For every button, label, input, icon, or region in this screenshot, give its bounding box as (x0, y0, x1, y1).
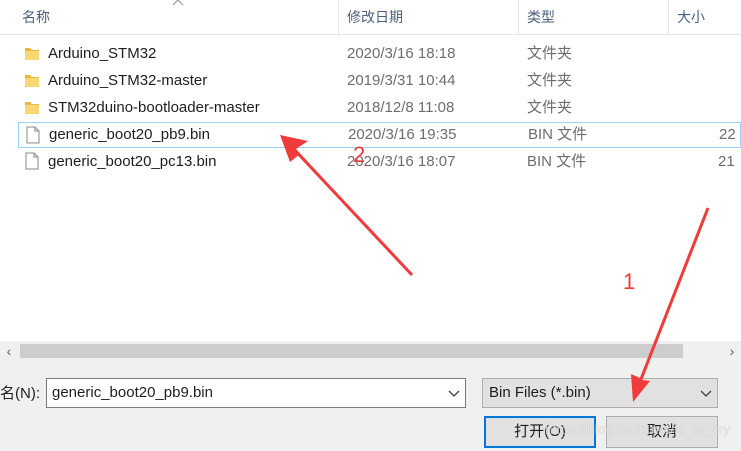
file-name: Arduino_STM32 (48, 45, 157, 62)
file-size: 22 (719, 126, 736, 143)
sort-ascending-icon (172, 0, 184, 6)
column-separator[interactable] (668, 0, 669, 34)
annotation-label-2: 2 (353, 142, 366, 167)
folder-icon (25, 75, 39, 87)
chevron-right-icon[interactable]: › (723, 341, 741, 361)
list-item-selected[interactable]: generic_boot20_pb9.bin 2020/3/16 19:35 B… (18, 122, 741, 148)
column-header-size[interactable]: 大小 (677, 0, 705, 34)
file-date: 2020/3/16 18:18 (347, 45, 456, 62)
list-item[interactable]: Arduino_STM32 2020/3/16 18:18 文件夹 (18, 41, 741, 67)
scrollbar-thumb[interactable] (20, 344, 683, 358)
file-icon (26, 126, 40, 144)
filename-value: generic_boot20_pb9.bin (52, 384, 213, 401)
chevron-left-icon[interactable]: ‹ (0, 341, 18, 361)
file-size: 21 (718, 153, 735, 170)
filename-input[interactable]: generic_boot20_pb9.bin (46, 378, 466, 408)
watermark: https://blog.csdn.net/lc_to_cry (545, 421, 731, 437)
filename-label: 名(N): (0, 385, 40, 402)
chevron-down-icon[interactable] (443, 379, 465, 407)
chevron-down-icon[interactable] (695, 379, 717, 407)
annotation-label-1: 1 (623, 269, 636, 294)
column-header-name[interactable]: 名称 (22, 0, 50, 34)
list-item[interactable]: Arduino_STM32-master 2019/3/31 10:44 文件夹 (18, 68, 741, 94)
folder-icon (25, 102, 39, 114)
filetype-select[interactable]: Bin Files (*.bin) (482, 378, 718, 408)
file-type: 文件夹 (527, 99, 573, 116)
file-type: BIN 文件 (528, 126, 588, 143)
filetype-value: Bin Files (*.bin) (489, 384, 591, 401)
column-header-bar: 名称 修改日期 类型 大小 (0, 0, 741, 35)
list-item[interactable]: generic_boot20_pc13.bin 2020/3/16 18:07 … (18, 149, 741, 175)
file-date: 2019/3/31 10:44 (347, 72, 456, 89)
column-header-date[interactable]: 修改日期 (347, 0, 403, 34)
horizontal-scrollbar[interactable]: ‹ › (0, 341, 741, 361)
column-header-type[interactable]: 类型 (527, 0, 555, 34)
file-name: Arduino_STM32-master (48, 72, 208, 89)
file-type: BIN 文件 (527, 153, 587, 170)
column-separator[interactable] (518, 0, 519, 34)
file-name: STM32duino-bootloader-master (48, 99, 260, 116)
folder-icon (25, 48, 39, 60)
file-date: 2018/12/8 11:08 (347, 99, 455, 116)
file-type: 文件夹 (527, 72, 573, 89)
file-icon (25, 152, 39, 170)
column-separator[interactable] (338, 0, 339, 34)
file-type: 文件夹 (527, 45, 573, 62)
file-name: generic_boot20_pb9.bin (49, 126, 210, 143)
file-name: generic_boot20_pc13.bin (48, 153, 217, 170)
list-item[interactable]: STM32duino-bootloader-master 2018/12/8 1… (18, 95, 741, 121)
